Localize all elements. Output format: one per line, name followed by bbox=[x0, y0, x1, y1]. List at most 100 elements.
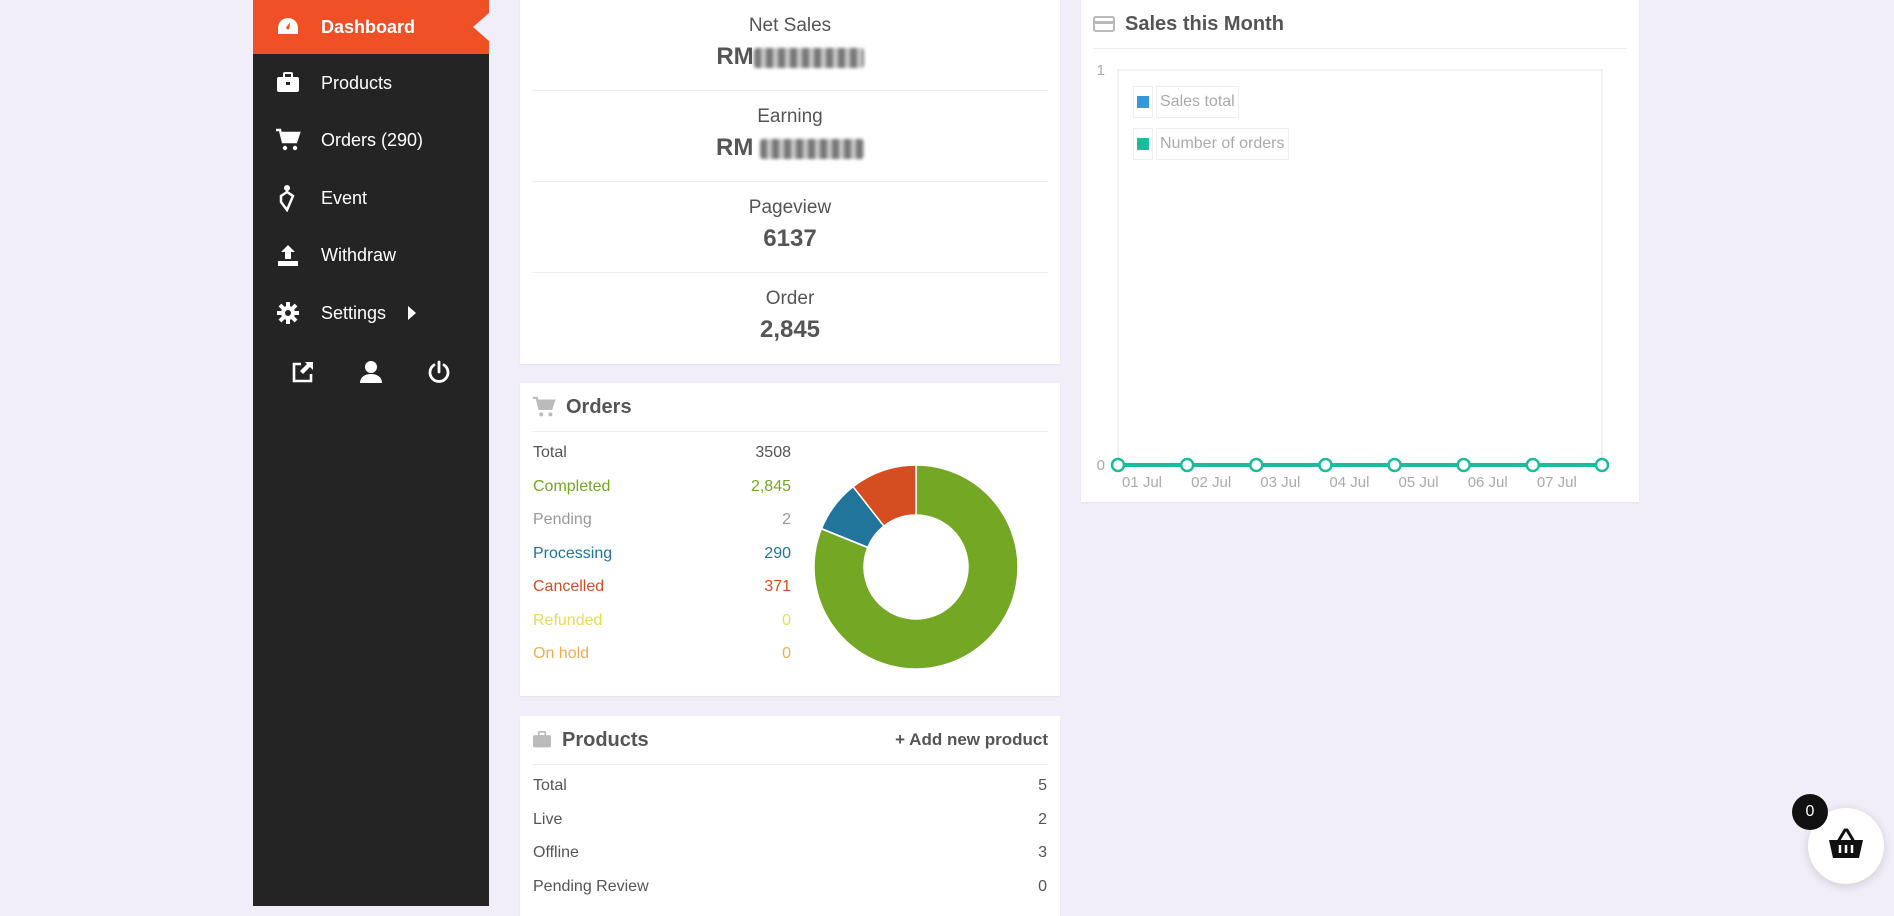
sidebar-item-label: Event bbox=[321, 187, 368, 208]
redacted-value bbox=[753, 47, 864, 68]
stat-order: Order 2,845 bbox=[532, 273, 1048, 363]
currency-prefix: RM bbox=[716, 43, 754, 70]
sidebar-item-orders[interactable]: Orders (290) bbox=[253, 113, 489, 167]
sidebar-item-products[interactable]: Products bbox=[253, 56, 489, 110]
sidebar-item-event[interactable]: Event bbox=[253, 171, 489, 225]
legend-item-number-of-orders[interactable]: Number of orders bbox=[1133, 128, 1289, 160]
product-stat-count: 3 bbox=[1038, 844, 1047, 862]
stat-value: 2,845 bbox=[759, 316, 821, 343]
product-stat-label: Pending Review bbox=[533, 878, 649, 896]
order-status-row[interactable]: Completed 2,845 bbox=[533, 478, 791, 502]
product-stat-label: Offline bbox=[533, 844, 579, 862]
stat-label: Earning bbox=[757, 106, 823, 127]
order-status-label: Completed bbox=[533, 477, 611, 495]
order-status-row[interactable]: Pending 2 bbox=[533, 511, 791, 535]
products-title: Products bbox=[562, 728, 649, 751]
briefcase-icon bbox=[275, 70, 301, 96]
data-point[interactable] bbox=[1525, 457, 1541, 473]
x-tick-label: 05 Jul bbox=[1399, 474, 1439, 491]
product-stat-label: Total bbox=[533, 777, 567, 794]
sidebar-bottom-icons bbox=[253, 352, 489, 392]
order-status-row[interactable]: Total 3508 bbox=[533, 444, 791, 468]
data-point[interactable] bbox=[1387, 457, 1402, 473]
order-status-label: Total bbox=[533, 444, 567, 461]
legend-swatch bbox=[1137, 138, 1149, 150]
order-status-count: 2,845 bbox=[750, 477, 791, 495]
order-status-count: 0 bbox=[782, 645, 791, 662]
products-header: Products + Add new product bbox=[532, 716, 1048, 765]
order-status-row[interactable]: Cancelled 371 bbox=[533, 578, 791, 602]
sidebar-item-label: Withdraw bbox=[321, 244, 397, 265]
order-status-count: 2 bbox=[782, 511, 791, 528]
stat-earning: Earning RM bbox=[532, 91, 1048, 182]
sidebar-item-settings[interactable]: Settings bbox=[253, 286, 489, 340]
stat-pageview: Pageview 6137 bbox=[532, 182, 1048, 273]
sidebar-item-label: Products bbox=[321, 72, 393, 93]
cart-count-badge: 0 bbox=[1792, 794, 1828, 830]
data-point[interactable] bbox=[1179, 457, 1195, 473]
legend-item-sales-total[interactable]: Sales total bbox=[1133, 86, 1239, 118]
x-tick-label: 07 Jul bbox=[1537, 474, 1577, 491]
legend-swatch bbox=[1137, 96, 1149, 108]
x-tick-label: 03 Jul bbox=[1260, 474, 1300, 491]
x-tick-label: 06 Jul bbox=[1468, 474, 1508, 491]
products-card: Products + Add new product Total 5 Live 2 Of… bbox=[520, 716, 1060, 916]
product-stat-count: 2 bbox=[1038, 810, 1047, 828]
sales-line-chart: 1 0 01 Jul 02 Jul 03 Jul 04 Jul 05 Jul 06 Jul 07… bbox=[1097, 62, 1610, 491]
legend-swatch-box bbox=[1133, 86, 1153, 118]
redacted-value bbox=[760, 138, 864, 159]
basket-icon bbox=[1828, 828, 1864, 865]
stat-label: Net Sales bbox=[748, 15, 832, 36]
order-status-count: 0 bbox=[782, 611, 791, 629]
orders-header: Orders bbox=[532, 383, 1048, 432]
x-tick-label: 02 Jul bbox=[1191, 474, 1231, 491]
stats-card: Net Sales RM Earning RM Pageview 6137 Or… bbox=[520, 0, 1060, 364]
stat-value: 6137 bbox=[763, 225, 817, 252]
legend-label: Number of orders bbox=[1156, 128, 1289, 160]
external-link-icon[interactable] bbox=[289, 358, 317, 386]
stat-label: Pageview bbox=[748, 197, 832, 218]
sidebar-item-dashboard[interactable]: Dashboard bbox=[253, 0, 489, 54]
product-stat-row[interactable]: Live 2 bbox=[533, 811, 1047, 835]
y-tick-label: 0 bbox=[1097, 457, 1105, 474]
sidebar-item-withdraw[interactable]: Withdraw bbox=[253, 228, 489, 282]
briefcase-icon bbox=[532, 731, 552, 749]
cart-icon bbox=[275, 127, 301, 153]
data-point[interactable] bbox=[1318, 457, 1333, 473]
sidebar-item-label: Settings bbox=[321, 302, 387, 323]
stat-label: Order bbox=[765, 288, 815, 309]
order-status-row[interactable]: On hold 0 bbox=[533, 645, 791, 669]
sales-month-card: Sales this Month 1 0 01 Jul 02 Jul 03 Jul 04 … bbox=[1081, 0, 1639, 502]
sidebar-item-label: Dashboard bbox=[321, 16, 416, 37]
gear-icon bbox=[275, 300, 301, 326]
user-icon[interactable] bbox=[357, 358, 385, 386]
product-stat-row[interactable]: Offline 3 bbox=[533, 844, 1047, 868]
cart-icon bbox=[532, 396, 556, 418]
data-point[interactable] bbox=[1110, 457, 1126, 473]
orders-donut-chart bbox=[813, 464, 1019, 670]
legend-swatch-box bbox=[1133, 128, 1153, 160]
data-point[interactable] bbox=[1249, 457, 1264, 473]
stat-value: RM bbox=[532, 43, 1048, 71]
order-status-row[interactable]: Refunded 0 bbox=[533, 612, 791, 636]
orders-card: Orders Total 3508 Completed 2,845 Pending 2 Pr… bbox=[520, 383, 1060, 696]
stat-net-sales: Net Sales RM bbox=[532, 0, 1048, 91]
data-point[interactable] bbox=[1456, 457, 1471, 473]
order-status-label: Processing bbox=[533, 544, 613, 562]
stat-value: RM bbox=[532, 134, 1048, 162]
event-icon bbox=[275, 185, 301, 212]
order-status-count: 371 bbox=[764, 578, 791, 595]
order-status-count: 290 bbox=[764, 544, 791, 562]
sidebar: Dashboard Products Orders (290) Event Wi… bbox=[253, 0, 489, 906]
order-status-row[interactable]: Processing 290 bbox=[533, 545, 791, 569]
product-stat-row[interactable]: Pending Review 0 bbox=[533, 878, 1047, 902]
order-status-count: 3508 bbox=[755, 444, 791, 461]
data-point[interactable] bbox=[1594, 457, 1610, 473]
x-tick-label: 01 Jul bbox=[1122, 474, 1162, 491]
power-icon[interactable] bbox=[425, 358, 453, 386]
x-tick-label: 04 Jul bbox=[1329, 474, 1369, 491]
order-status-label: On hold bbox=[533, 645, 590, 662]
order-status-label: Pending bbox=[533, 511, 592, 528]
product-stat-row[interactable]: Total 5 bbox=[533, 777, 1047, 801]
add-new-product-link[interactable]: + Add new product bbox=[895, 730, 1048, 750]
